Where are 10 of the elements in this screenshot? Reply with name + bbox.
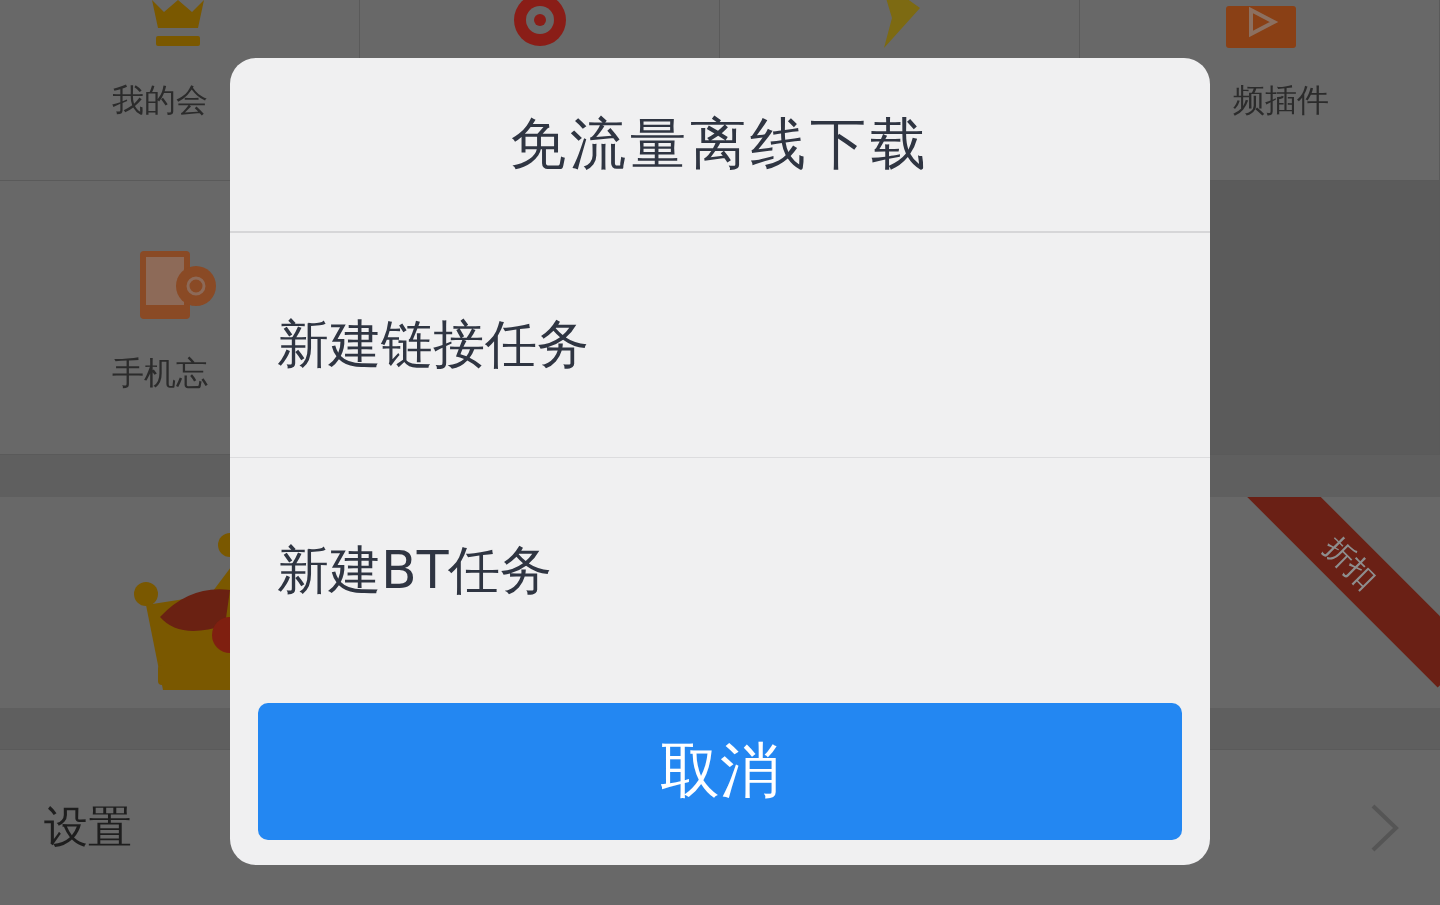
menu-option[interactable]: 新建BT任务	[230, 458, 1210, 683]
phone-cloud-icon	[140, 251, 216, 319]
cancel-button[interactable]: 取消	[258, 703, 1182, 840]
settings-label[interactable]: 设置	[44, 798, 132, 857]
grid-item-label[interactable]: 手机忘	[112, 357, 208, 389]
grid-item-label[interactable]: 频插件	[1233, 84, 1329, 116]
dialog-title: 免流量离线下载	[230, 58, 1210, 233]
grid-item-label[interactable]: 我的会	[112, 84, 208, 116]
play-icon	[1226, 6, 1296, 48]
menu-option[interactable]: 新建链接任务	[230, 233, 1210, 458]
